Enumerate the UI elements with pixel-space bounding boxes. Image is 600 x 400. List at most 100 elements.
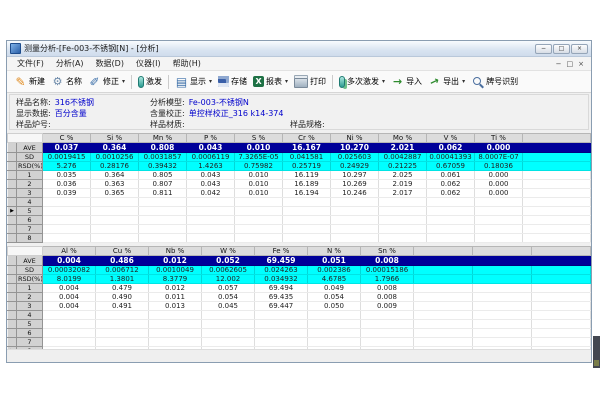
cell[interactable] [473, 302, 532, 311]
cell[interactable] [187, 225, 235, 234]
cell[interactable] [532, 329, 591, 338]
cell[interactable]: 0.002386 [308, 266, 361, 275]
cell[interactable]: 0.051 [308, 256, 361, 266]
cell[interactable] [96, 338, 149, 347]
cell[interactable] [202, 329, 255, 338]
restore-button[interactable]: □ [553, 44, 570, 54]
cell[interactable]: 0.043 [187, 180, 235, 189]
cell[interactable]: 0.010 [235, 171, 283, 180]
cell[interactable]: 0.054 [202, 293, 255, 302]
cell[interactable] [331, 207, 379, 216]
cell[interactable]: 0.67059 [427, 162, 475, 171]
cell[interactable] [43, 329, 96, 338]
row-header[interactable]: 8 [17, 234, 43, 243]
cell[interactable]: 0.000 [475, 143, 523, 153]
cell[interactable] [475, 198, 523, 207]
row-header[interactable]: SD [17, 266, 43, 275]
cell[interactable]: 10.270 [331, 143, 379, 153]
cell[interactable]: 8.3779 [149, 275, 202, 284]
cell[interactable]: 0.0019415 [43, 153, 91, 162]
cell[interactable] [475, 207, 523, 216]
cell[interactable]: 0.004 [43, 293, 96, 302]
cell[interactable] [473, 256, 532, 266]
cell[interactable]: 1.3801 [96, 275, 149, 284]
mdi-restore-button[interactable]: □ [567, 59, 574, 69]
cell[interactable] [523, 225, 591, 234]
cell[interactable]: 0.365 [91, 189, 139, 198]
cell[interactable] [427, 234, 475, 243]
cell[interactable] [473, 293, 532, 302]
cell[interactable] [43, 225, 91, 234]
cell[interactable] [235, 216, 283, 225]
cell[interactable]: 0.00032082 [43, 266, 96, 275]
cell[interactable]: 0.807 [139, 180, 187, 189]
cell[interactable] [379, 216, 427, 225]
cell[interactable]: 0.25719 [283, 162, 331, 171]
menu-instrument[interactable]: 仪器(I) [130, 59, 167, 68]
cell[interactable] [43, 234, 91, 243]
cell[interactable] [202, 320, 255, 329]
cell[interactable] [414, 302, 473, 311]
cell[interactable]: 0.061 [427, 171, 475, 180]
cell[interactable] [473, 266, 532, 275]
export-button[interactable]: →导出▾ [425, 74, 468, 89]
cell[interactable]: 0.062 [427, 189, 475, 198]
bottom-scroll-strip[interactable] [7, 349, 591, 362]
cell[interactable]: 0.000 [475, 189, 523, 198]
cell[interactable] [149, 329, 202, 338]
cell[interactable] [187, 207, 235, 216]
menu-analysis[interactable]: 分析(A) [50, 59, 90, 68]
title-bar[interactable]: 测量分析-[Fe-003-不锈钢[N] - [分析] −□× [7, 41, 591, 57]
cell[interactable] [532, 275, 591, 284]
cell[interactable] [414, 256, 473, 266]
cell[interactable] [283, 216, 331, 225]
cell[interactable] [139, 207, 187, 216]
cell[interactable]: 0.24929 [331, 162, 379, 171]
row-header[interactable]: AVE [17, 256, 43, 266]
cell[interactable]: 0.035 [43, 171, 91, 180]
cell[interactable]: 0.024263 [255, 266, 308, 275]
row-header[interactable]: 4 [17, 198, 43, 207]
cell[interactable]: 0.011 [149, 293, 202, 302]
cell[interactable] [427, 216, 475, 225]
cell[interactable]: 69.459 [255, 256, 308, 266]
print-button[interactable]: 打印 [291, 74, 329, 89]
save-button[interactable]: 存储 [215, 75, 250, 88]
display-button[interactable]: ▤显示▾ [172, 74, 215, 89]
row-header[interactable]: 5 [17, 320, 43, 329]
cell[interactable] [331, 234, 379, 243]
cell[interactable] [96, 320, 149, 329]
cell[interactable]: 0.28176 [91, 162, 139, 171]
cell[interactable]: 0.808 [139, 143, 187, 153]
cell[interactable] [414, 293, 473, 302]
cell[interactable] [532, 320, 591, 329]
cell[interactable]: 0.025603 [331, 153, 379, 162]
cell[interactable]: 0.043 [187, 171, 235, 180]
cell[interactable]: 0.004 [43, 302, 96, 311]
cell[interactable] [308, 338, 361, 347]
new-button[interactable]: ✎新建 [11, 74, 48, 89]
grade-id-button[interactable]: 牌号识别 [468, 74, 521, 89]
correct-button[interactable]: ✐修正▾ [85, 74, 128, 89]
cell[interactable] [523, 207, 591, 216]
name-button[interactable]: ⚙名称 [48, 74, 85, 89]
cell[interactable] [91, 225, 139, 234]
cell[interactable]: 0.000 [475, 180, 523, 189]
cell[interactable] [235, 234, 283, 243]
cell[interactable] [473, 338, 532, 347]
cell[interactable]: 0.21225 [379, 162, 427, 171]
cell[interactable]: 0.0006119 [187, 153, 235, 162]
cell[interactable]: 1.7966 [361, 275, 414, 284]
cell[interactable] [235, 198, 283, 207]
cell[interactable] [91, 234, 139, 243]
cell[interactable]: 0.010 [235, 143, 283, 153]
cell[interactable] [139, 198, 187, 207]
cell[interactable] [149, 320, 202, 329]
cell[interactable]: 0.491 [96, 302, 149, 311]
row-header[interactable]: 1 [17, 171, 43, 180]
cell[interactable] [523, 216, 591, 225]
cell[interactable] [523, 189, 591, 198]
cell[interactable]: 0.036 [43, 180, 91, 189]
cell[interactable] [414, 338, 473, 347]
cell[interactable] [96, 311, 149, 320]
